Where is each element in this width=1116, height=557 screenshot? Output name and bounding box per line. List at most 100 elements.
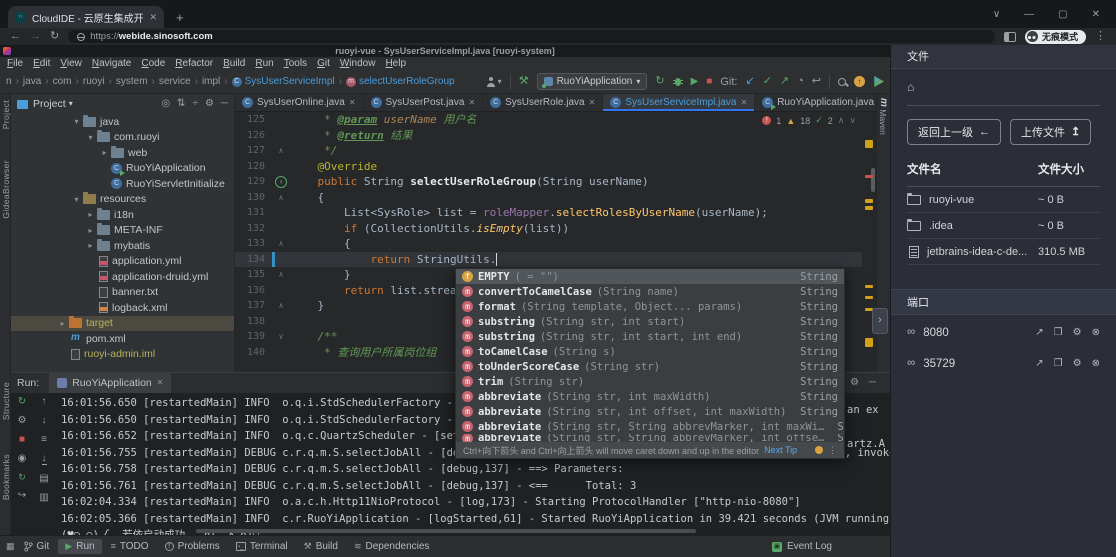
scroll-up-icon[interactable]	[42, 397, 47, 407]
menu-item[interactable]: Window	[335, 57, 381, 70]
stop-app-icon[interactable]	[19, 435, 25, 445]
forward-button[interactable]	[30, 31, 41, 42]
hide-console-icon[interactable]	[869, 378, 876, 388]
tree-item[interactable]: ▾ java	[11, 114, 234, 130]
tree-expand-icon[interactable]: ▸	[57, 319, 68, 328]
run-tab-close-icon[interactable]	[157, 379, 164, 387]
completion-item[interactable]: abbreviate (String str, int offset, int …	[456, 404, 844, 419]
gutter[interactable]	[271, 112, 291, 128]
expand-collapse-icon[interactable]	[177, 99, 185, 109]
site-info-icon[interactable]	[77, 33, 85, 41]
statusbar-git[interactable]: Git	[17, 539, 57, 554]
tab-close-icon[interactable]	[589, 99, 596, 107]
breadcrumb-item[interactable]: ruoyi	[83, 76, 116, 87]
soft-wrap-icon[interactable]	[41, 435, 47, 445]
copy-icon[interactable]	[1054, 328, 1063, 338]
clear-console-icon[interactable]	[39, 493, 48, 503]
editor-tab[interactable]: RuoYiApplication.java	[755, 94, 876, 111]
file-row[interactable]: .idea ~ 0 B	[907, 213, 1100, 239]
history-icon[interactable]	[797, 76, 804, 87]
editor-tab[interactable]: SysUserServiceImpl.java	[603, 94, 755, 111]
tool-stripe-project[interactable]: Project	[1, 100, 11, 129]
menu-item[interactable]: Navigate	[87, 57, 136, 70]
new-tab-button[interactable]	[176, 11, 184, 24]
open-external-icon[interactable]	[1035, 328, 1043, 338]
port-settings-icon[interactable]	[1073, 328, 1082, 338]
menu-item[interactable]: File	[2, 57, 28, 70]
gutter[interactable]	[271, 174, 291, 190]
tab-close-icon[interactable]	[468, 99, 475, 107]
gutter[interactable]: ∧	[271, 267, 291, 283]
breadcrumb-item[interactable]: impl	[202, 76, 232, 87]
breadcrumb-item[interactable]: com	[53, 76, 83, 87]
tree-item[interactable]: ▸ target	[11, 316, 234, 332]
tree-expand-icon[interactable]: ▸	[85, 226, 96, 235]
tree-item[interactable]: pom.xml	[11, 331, 234, 347]
gutter[interactable]	[271, 221, 291, 237]
completion-item[interactable]: substring (String str, int start, int en…	[456, 329, 844, 344]
git-update-icon[interactable]	[745, 76, 754, 87]
event-log-button[interactable]: Event Log	[772, 541, 832, 552]
menu-item[interactable]: Run	[250, 57, 278, 70]
tree-item[interactable]: application.yml	[11, 254, 234, 270]
close-port-icon[interactable]	[1092, 359, 1100, 369]
inspection-widget[interactable]: 1 18 2 ∧∨	[762, 115, 856, 126]
completion-item[interactable]: trim (String str) String	[456, 374, 844, 389]
coverage-run-icon[interactable]	[691, 77, 699, 87]
completion-item[interactable]: abbreviate (String str, String abbrevMar…	[456, 419, 844, 434]
back-parent-button[interactable]: 返回上一级	[907, 119, 1001, 145]
tree-expand-icon[interactable]: ▾	[71, 117, 82, 126]
completion-item[interactable]: EMPTY ( = "") String	[456, 269, 844, 284]
run-config-selector[interactable]: RuoYiApplication	[537, 73, 648, 90]
collapse-all-icon[interactable]	[192, 99, 198, 109]
menu-item[interactable]: Refactor	[170, 57, 218, 70]
hide-panel-icon[interactable]	[221, 99, 228, 109]
menu-item[interactable]: View	[55, 57, 87, 70]
gutter[interactable]	[271, 128, 291, 144]
tab-close-icon[interactable]	[740, 99, 747, 107]
port-settings-icon[interactable]	[1073, 359, 1082, 369]
tree-item[interactable]: ruoyi-admin.iml	[11, 347, 234, 363]
home-icon[interactable]	[907, 81, 914, 93]
statusbar-problems[interactable]: Problems	[158, 539, 227, 554]
menu-item[interactable]: Tools	[279, 57, 312, 70]
hint-menu-icon[interactable]	[828, 446, 837, 455]
gutter[interactable]: ∧	[271, 298, 291, 314]
gutter[interactable]	[271, 159, 291, 175]
panel-collapse-chevron[interactable]	[872, 308, 888, 334]
completion-item[interactable]: substring (String str, int start) String	[456, 314, 844, 329]
gutter[interactable]: ∧	[271, 190, 291, 206]
tree-expand-icon[interactable]: ▸	[85, 210, 96, 219]
update-badge-icon[interactable]	[854, 76, 865, 87]
statusbar-terminal[interactable]: Terminal	[229, 539, 295, 554]
tab-close-icon[interactable]	[149, 13, 157, 22]
tool-stripe-structure[interactable]: Structure	[1, 382, 11, 420]
console-settings-icon[interactable]	[850, 378, 859, 388]
print-icon[interactable]	[39, 474, 48, 484]
breadcrumb-item[interactable]: n	[6, 76, 23, 87]
statusbar-dependencies[interactable]: Dependencies	[347, 539, 436, 554]
run-tab[interactable]: RuoYiApplication	[49, 373, 171, 393]
menu-item[interactable]: Code	[136, 57, 170, 70]
tab-close-icon[interactable]	[349, 99, 356, 107]
completion-item[interactable]: convertToCamelCase (String name) String	[456, 284, 844, 299]
gutter[interactable]: ∧	[271, 236, 291, 252]
reload-button[interactable]	[50, 31, 59, 42]
file-row[interactable]: jetbrains-idea-c-de... 310.5 MB	[907, 239, 1100, 265]
window-close-button[interactable]	[1092, 10, 1100, 20]
tree-item[interactable]: banner.txt	[11, 285, 234, 301]
browser-tab[interactable]: CloudIDE - 云原生集成开发环境	[8, 6, 164, 28]
scroll-to-end-icon[interactable]	[42, 454, 47, 465]
completion-item[interactable]: abbreviate (String str, String abbrevMar…	[456, 434, 844, 442]
tree-item[interactable]: ▾ com.ruoyi	[11, 130, 234, 146]
gutter[interactable]	[271, 314, 291, 330]
rerun-app-icon[interactable]	[18, 397, 26, 407]
tree-item[interactable]: ▸ i18n	[11, 207, 234, 223]
upload-file-button[interactable]: 上传文件	[1010, 119, 1091, 145]
menu-item[interactable]: Edit	[28, 57, 55, 70]
completion-item[interactable]: toCamelCase (String s) String	[456, 344, 844, 359]
menu-item[interactable]: Help	[380, 57, 411, 70]
thread-dump-icon[interactable]	[18, 454, 27, 464]
services-icon[interactable]	[873, 76, 884, 87]
tree-item[interactable]: RuoYiApplication	[11, 161, 234, 177]
